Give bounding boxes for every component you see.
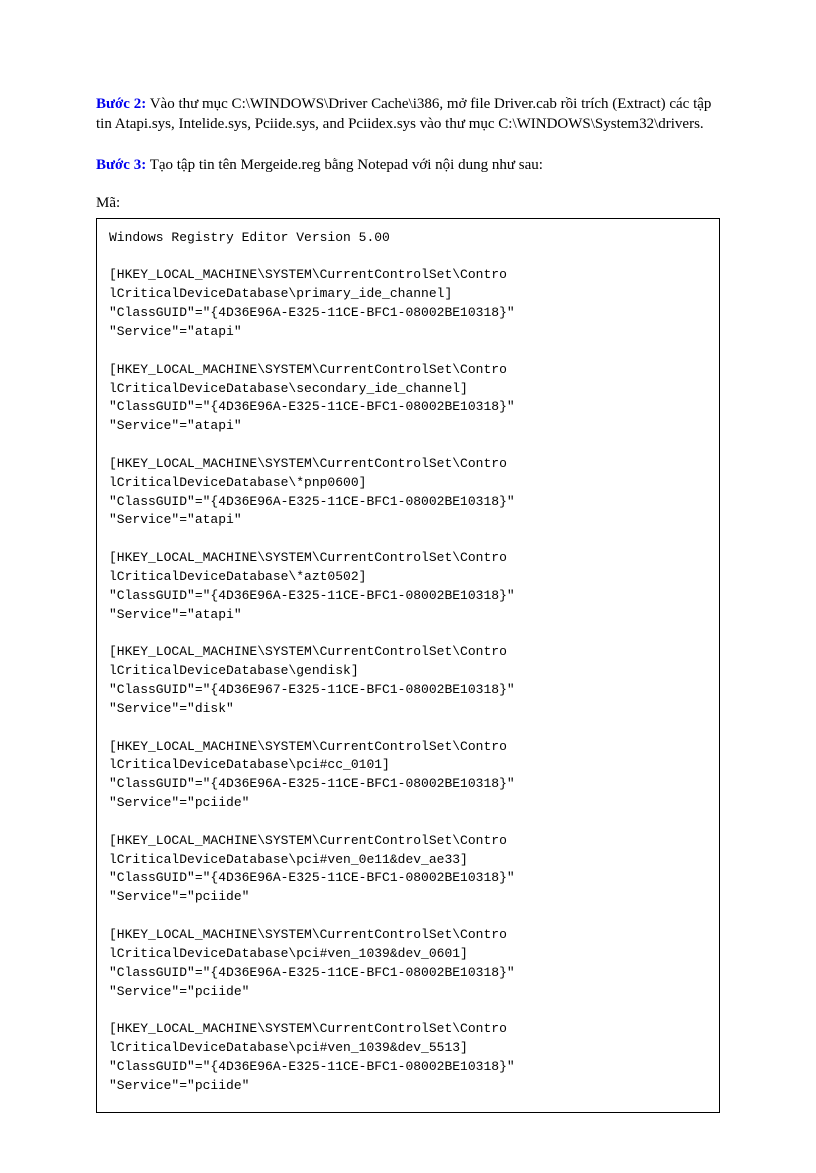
document-page: Bước 2: Vào thư mục C:\WINDOWS\Driver Ca…	[0, 0, 816, 1173]
step-2-text: Vào thư mục C:\WINDOWS\Driver Cache\i386…	[96, 96, 711, 132]
step-3-text: Tạo tập tin tên Mergeide.reg bằng Notepa…	[146, 157, 543, 173]
step-3-label: Bước 3:	[96, 157, 146, 173]
step-3-paragraph: Bước 3: Tạo tập tin tên Mergeide.reg bằn…	[96, 155, 720, 175]
step-2-label: Bước 2:	[96, 96, 146, 112]
step-2-paragraph: Bước 2: Vào thư mục C:\WINDOWS\Driver Ca…	[96, 94, 720, 135]
code-label: Mã:	[96, 195, 720, 212]
registry-code-block: Windows Registry Editor Version 5.00 [HK…	[96, 218, 720, 1113]
